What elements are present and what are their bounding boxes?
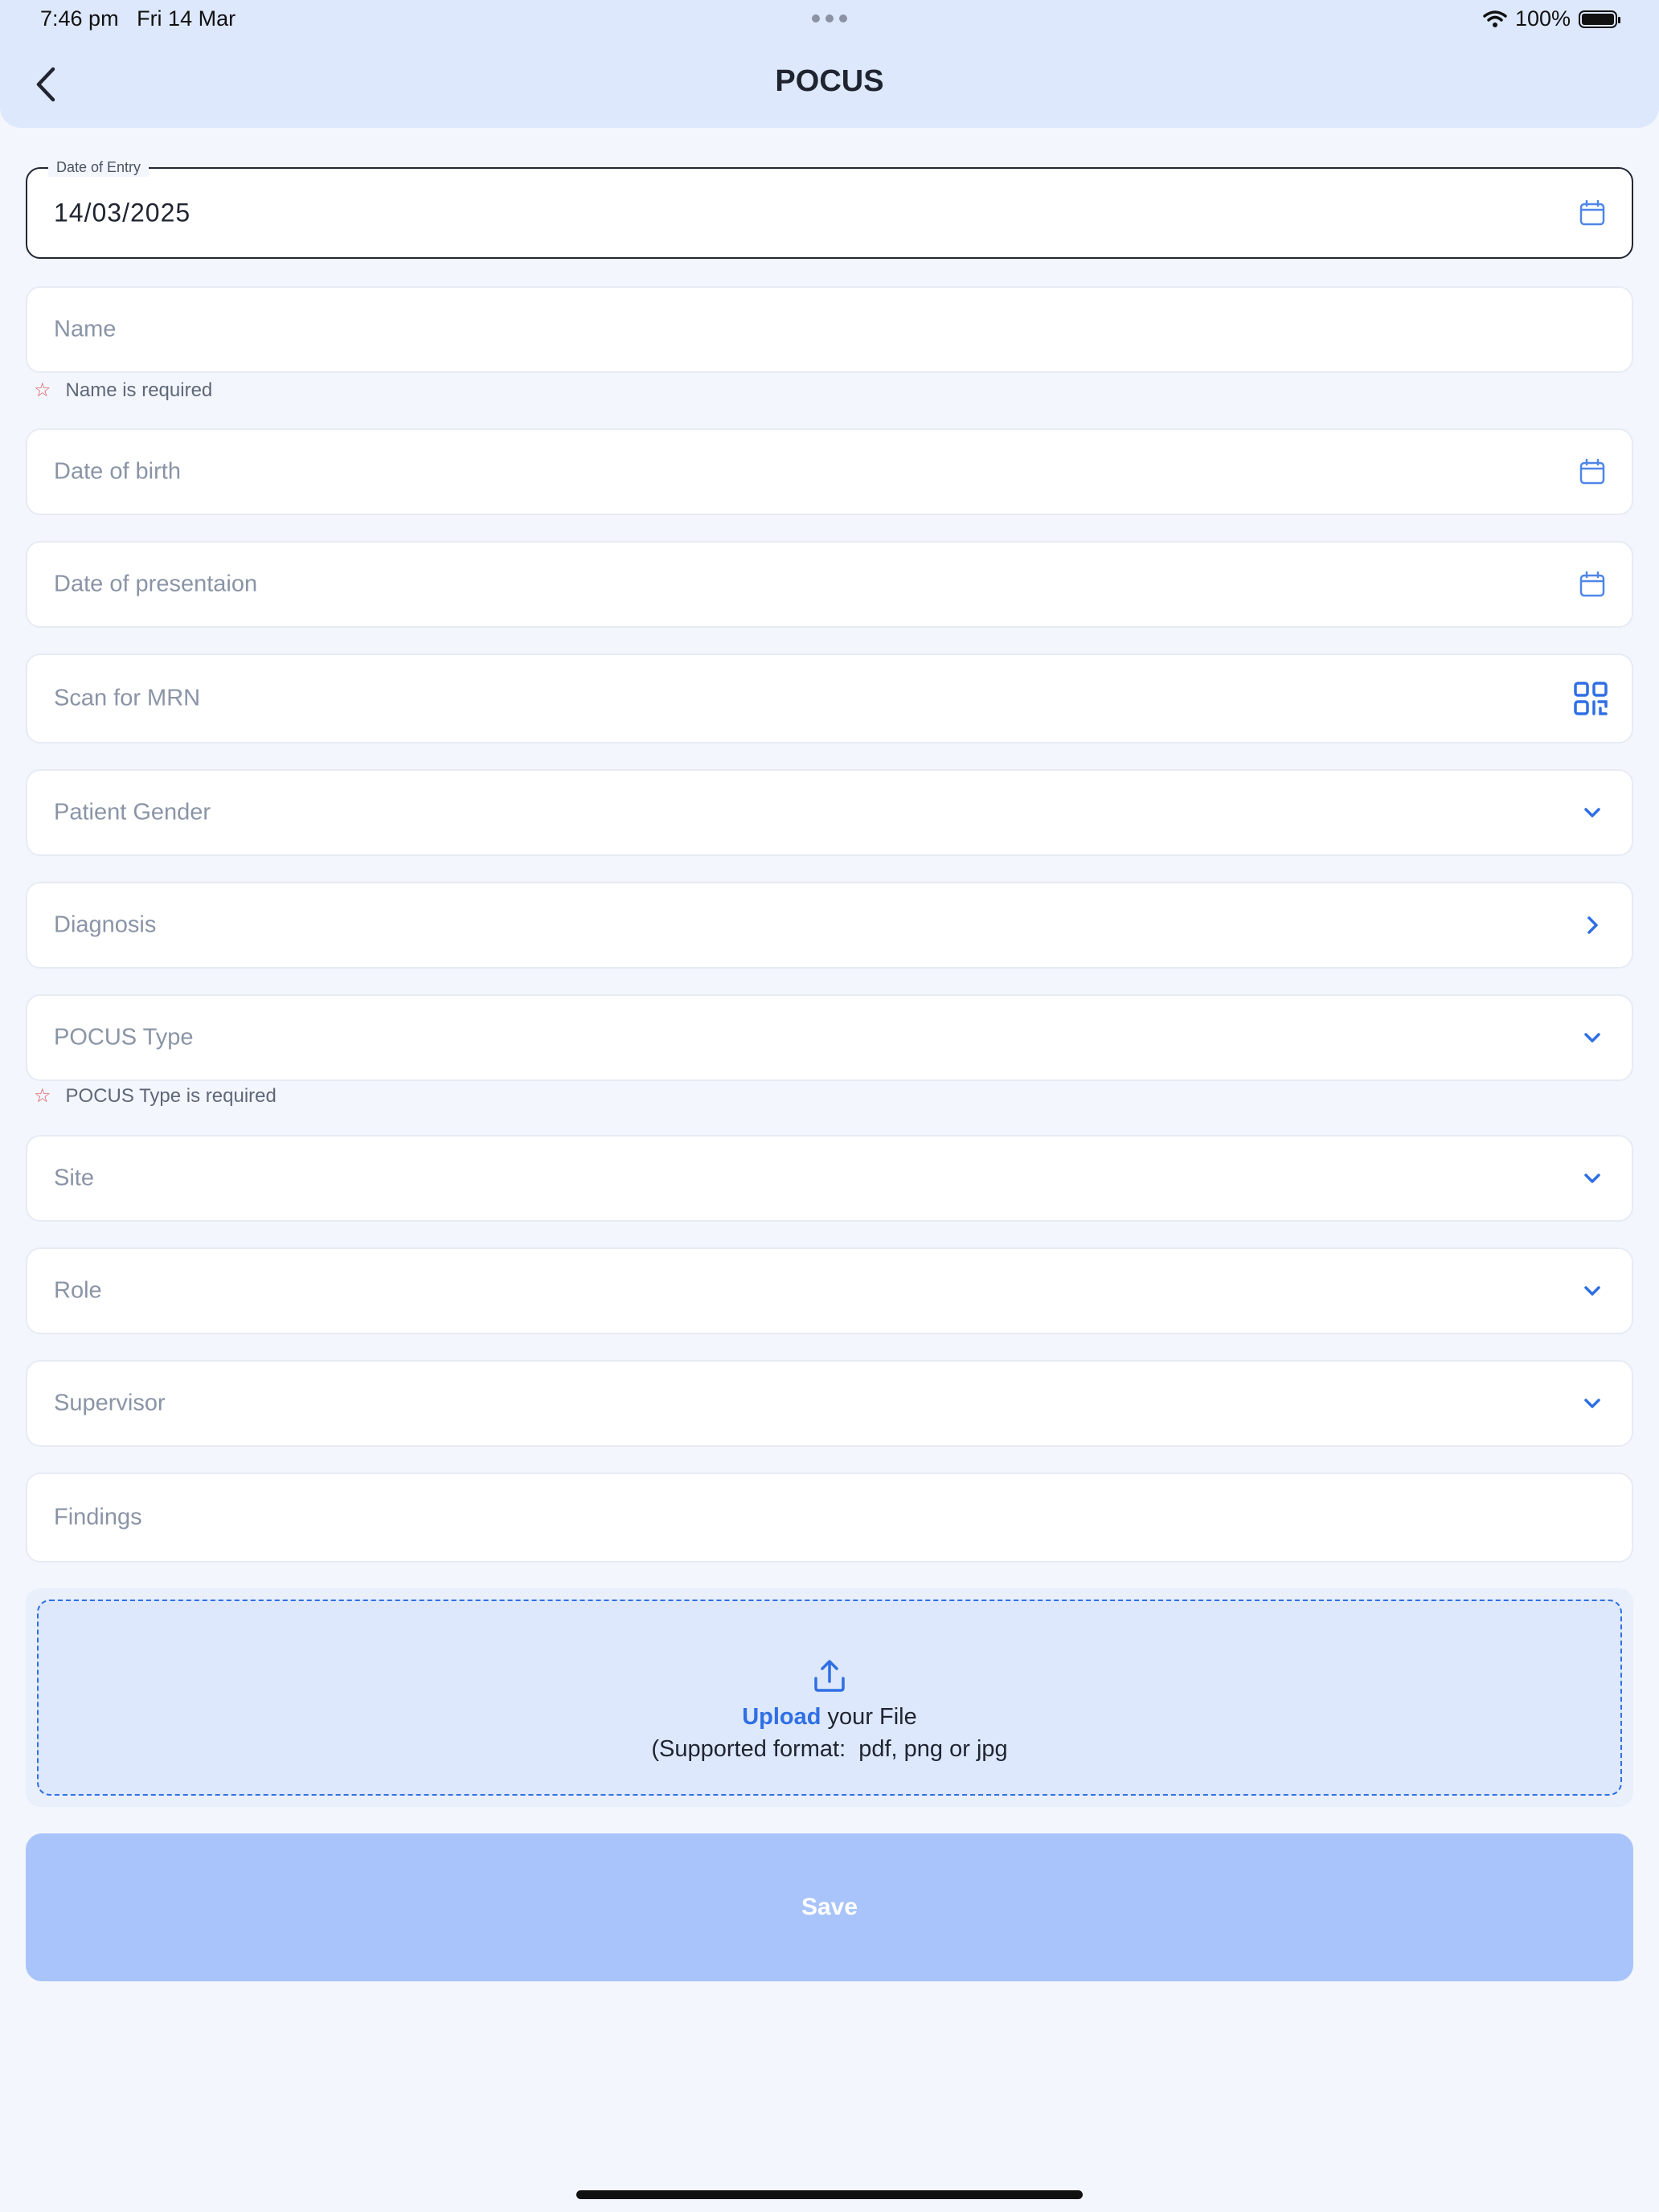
name-error-text: Name is required bbox=[65, 379, 213, 401]
chevron-down-icon bbox=[1584, 1286, 1600, 1296]
status-date: Fri 14 Mar bbox=[137, 6, 236, 31]
calendar-icon[interactable] bbox=[1577, 198, 1608, 228]
date-of-presentation-field[interactable]: Date of presentaion bbox=[26, 541, 1633, 628]
upload-section: Upload your File (Supported format: pdf,… bbox=[26, 1588, 1633, 1807]
findings-field[interactable]: Findings bbox=[26, 1473, 1633, 1563]
upload-text: Upload your File bbox=[39, 1704, 1620, 1731]
date-of-birth-field[interactable]: Date of birth bbox=[26, 428, 1633, 515]
qr-code-icon[interactable] bbox=[1574, 682, 1608, 715]
upload-link[interactable]: Upload bbox=[742, 1704, 821, 1730]
status-clock: 7:46 pm bbox=[40, 6, 119, 31]
header-bar: 7:46 pm Fri 14 Mar 100% POCUS bbox=[0, 0, 1659, 128]
battery-percent: 100% bbox=[1514, 6, 1571, 31]
home-indicator[interactable] bbox=[576, 2190, 1083, 2199]
scan-mrn-field[interactable]: Scan for MRN bbox=[26, 653, 1633, 743]
pocus-type-placeholder: POCUS Type bbox=[54, 1024, 194, 1051]
upload-dropzone[interactable]: Upload your File (Supported format: pdf,… bbox=[37, 1600, 1622, 1796]
multitask-dots-icon[interactable] bbox=[812, 14, 847, 23]
supervisor-dropdown[interactable]: Supervisor bbox=[26, 1360, 1633, 1447]
date-of-entry-label: Date of Entry bbox=[48, 158, 150, 177]
date-of-presentation-placeholder: Date of presentaion bbox=[54, 571, 258, 597]
scan-mrn-placeholder: Scan for MRN bbox=[54, 685, 201, 711]
wifi-icon bbox=[1483, 10, 1507, 27]
diagnosis-placeholder: Diagnosis bbox=[54, 911, 157, 938]
patient-gender-placeholder: Patient Gender bbox=[54, 799, 211, 825]
date-of-birth-placeholder: Date of birth bbox=[54, 458, 181, 485]
date-of-entry-value: 14/03/2025 bbox=[54, 198, 191, 227]
upload-text-rest: your File bbox=[821, 1704, 917, 1730]
chevron-down-icon bbox=[1584, 808, 1600, 817]
name-field[interactable]: Name bbox=[26, 286, 1633, 373]
name-error: ☆ Name is required bbox=[34, 379, 212, 402]
pocus-type-error-text: POCUS Type is required bbox=[65, 1084, 276, 1107]
chevron-right-icon bbox=[1587, 916, 1598, 934]
page-title: POCUS bbox=[775, 64, 884, 98]
chevron-down-icon bbox=[1584, 1399, 1600, 1408]
supported-format-text: (Supported format: pdf, png or jpg bbox=[651, 1736, 1008, 1762]
date-of-entry-field[interactable]: Date of Entry 14/03/2025 bbox=[26, 158, 1633, 259]
site-placeholder: Site bbox=[54, 1165, 94, 1191]
calendar-icon[interactable] bbox=[1577, 569, 1608, 600]
chevron-down-icon bbox=[1584, 1174, 1600, 1183]
status-time: 7:46 pm Fri 14 Mar bbox=[40, 6, 236, 31]
role-dropdown[interactable]: Role bbox=[26, 1247, 1633, 1334]
battery-icon bbox=[1579, 10, 1620, 28]
save-button[interactable]: Save bbox=[26, 1833, 1633, 1981]
pocus-type-error: ☆ POCUS Type is required bbox=[34, 1084, 276, 1108]
status-right: 100% bbox=[1483, 6, 1620, 31]
findings-placeholder: Findings bbox=[54, 1504, 142, 1530]
role-placeholder: Role bbox=[54, 1277, 102, 1304]
chevron-down-icon bbox=[1584, 1033, 1600, 1043]
site-dropdown[interactable]: Site bbox=[26, 1135, 1633, 1222]
required-star-icon: ☆ bbox=[34, 1085, 51, 1107]
calendar-icon[interactable] bbox=[1577, 457, 1608, 487]
required-star-icon: ☆ bbox=[34, 379, 51, 401]
supervisor-placeholder: Supervisor bbox=[54, 1390, 166, 1416]
patient-gender-dropdown[interactable]: Patient Gender bbox=[26, 769, 1633, 856]
diagnosis-field[interactable]: Diagnosis bbox=[26, 882, 1633, 969]
upload-icon bbox=[814, 1660, 845, 1692]
pocus-type-dropdown[interactable]: POCUS Type bbox=[26, 994, 1633, 1081]
name-placeholder: Name bbox=[54, 316, 117, 342]
